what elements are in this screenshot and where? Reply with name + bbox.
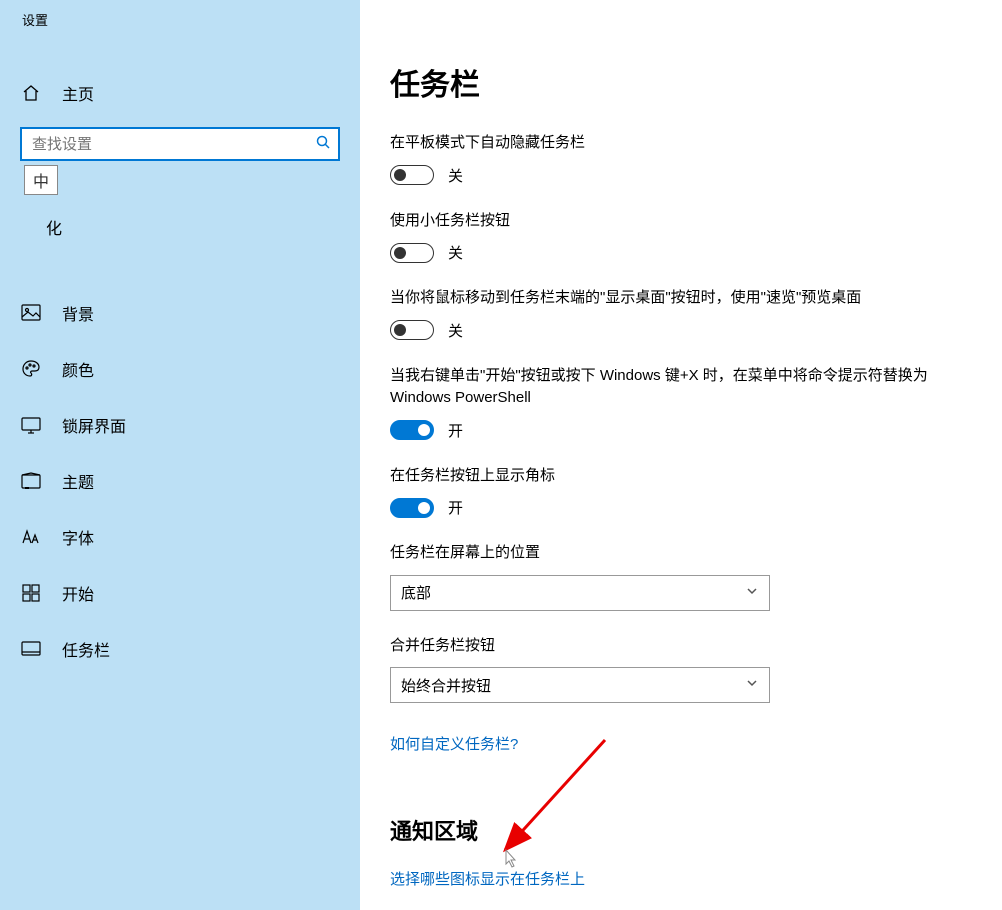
app-title: 设置 [0, 0, 360, 39]
sidebar-item-start[interactable]: 开始 [0, 565, 360, 621]
setting-label: 任务栏在屏幕上的位置 [390, 542, 950, 565]
chevron-down-icon [745, 676, 759, 694]
setting-auto-hide-tablet: 在平板模式下自动隐藏任务栏 关 [390, 132, 972, 186]
sidebar-item-fonts[interactable]: 字体 [0, 509, 360, 565]
setting-label: 合并任务栏按钮 [390, 635, 950, 658]
setting-label: 当我右键单击"开始"按钮或按下 Windows 键+X 时，在菜单中将命令提示符… [390, 365, 950, 410]
home-icon [20, 82, 42, 104]
setting-label: 当你将鼠标移动到任务栏末端的"显示桌面"按钮时，使用"速览"预览桌面 [390, 287, 950, 310]
main-content: 任务栏 在平板模式下自动隐藏任务栏 关 使用小任务栏按钮 关 当你将鼠标移动到任… [360, 0, 1002, 910]
setting-combine-buttons: 合并任务栏按钮 始终合并按钮 [390, 635, 972, 704]
setting-label: 在平板模式下自动隐藏任务栏 [390, 132, 950, 155]
toggle-switch[interactable] [390, 165, 434, 185]
setting-label: 在任务栏按钮上显示角标 [390, 465, 950, 488]
dropdown-value: 始终合并按钮 [401, 675, 491, 696]
theme-icon [20, 470, 42, 492]
sidebar-item-colors[interactable]: 颜色 [0, 341, 360, 397]
sidebar-item-themes[interactable]: 主题 [0, 453, 360, 509]
sidebar-item-label: 字体 [62, 525, 94, 549]
dropdown-combine[interactable]: 始终合并按钮 [390, 667, 770, 703]
toggle-state-text: 关 [448, 320, 463, 341]
sidebar-home[interactable]: 主页 [0, 69, 360, 117]
setting-label: 使用小任务栏按钮 [390, 210, 950, 233]
nav-list: 背景 颜色 锁屏界面 [0, 285, 360, 677]
help-link[interactable]: 如何自定义任务栏? [390, 733, 518, 754]
dropdown-location[interactable]: 底部 [390, 575, 770, 611]
toggle-state-text: 开 [448, 497, 463, 518]
sidebar-item-lockscreen[interactable]: 锁屏界面 [0, 397, 360, 453]
toggle-state-text: 关 [448, 165, 463, 186]
setting-peek-preview: 当你将鼠标移动到任务栏末端的"显示桌面"按钮时，使用"速览"预览桌面 关 [390, 287, 972, 341]
palette-icon [20, 358, 42, 380]
search-icon [316, 135, 330, 154]
dropdown-value: 底部 [401, 582, 431, 603]
search-container: 中 [0, 117, 360, 161]
sidebar-item-taskbar[interactable]: 任务栏 [0, 621, 360, 677]
sidebar-item-label: 锁屏界面 [62, 413, 126, 437]
setting-small-buttons: 使用小任务栏按钮 关 [390, 210, 972, 264]
toggle-switch[interactable] [390, 498, 434, 518]
ime-indicator[interactable]: 中 [24, 165, 58, 195]
category-label-partial: 化 [0, 215, 360, 239]
chevron-down-icon [745, 584, 759, 602]
sidebar-item-label: 任务栏 [62, 637, 110, 661]
sidebar-item-label: 开始 [62, 581, 94, 605]
font-icon [20, 526, 42, 548]
home-label: 主页 [62, 81, 94, 105]
lockscreen-icon [20, 414, 42, 436]
sidebar-item-label: 背景 [62, 301, 94, 325]
toggle-switch[interactable] [390, 420, 434, 440]
sidebar-item-label: 主题 [62, 469, 94, 493]
start-icon [20, 582, 42, 604]
toggle-state-text: 关 [448, 242, 463, 263]
toggle-state-text: 开 [448, 420, 463, 441]
setting-taskbar-location: 任务栏在屏幕上的位置 底部 [390, 542, 972, 611]
sidebar-item-label: 颜色 [62, 357, 94, 381]
link-select-icons[interactable]: 选择哪些图标显示在任务栏上 [390, 868, 585, 889]
page-title: 任务栏 [390, 60, 972, 104]
taskbar-icon [20, 638, 42, 660]
notification-area-heading: 通知区域 [390, 814, 972, 846]
setting-powershell-replace: 当我右键单击"开始"按钮或按下 Windows 键+X 时，在菜单中将命令提示符… [390, 365, 972, 441]
sidebar: 设置 主页 中 化 背景 [0, 0, 360, 910]
toggle-switch[interactable] [390, 243, 434, 263]
image-icon [20, 302, 42, 324]
search-input[interactable] [20, 127, 340, 161]
sidebar-item-background[interactable]: 背景 [0, 285, 360, 341]
toggle-switch[interactable] [390, 320, 434, 340]
setting-badges: 在任务栏按钮上显示角标 开 [390, 465, 972, 519]
